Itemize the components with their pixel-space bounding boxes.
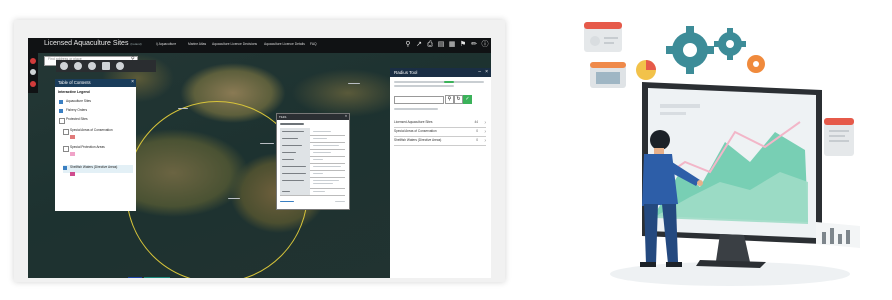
map-toolbar: [56, 60, 156, 72]
legend-swatch: [70, 172, 75, 176]
app-title-text: Licensed Aquaculture Sites: [44, 40, 129, 47]
layer-label: Special Areas of Conservation: [70, 128, 113, 132]
layer-checkbox[interactable]: [63, 166, 67, 170]
table-of-contents-panel: Table of Contents × Interactive Legend A…: [55, 79, 136, 211]
radius-reset-button[interactable]: ↻: [454, 95, 463, 104]
layer-checkbox[interactable]: [63, 146, 69, 152]
layers-icon[interactable]: ▤: [437, 41, 445, 49]
result-label: Licensed Aquaculture Sites: [394, 120, 433, 124]
person-jacket: [642, 154, 678, 206]
result-count: 44: [474, 120, 478, 124]
result-label: Special Areas of Conservation: [394, 129, 437, 133]
bar-chart-icon: [816, 222, 860, 248]
legend-swatch: [70, 152, 75, 156]
nav-aquaculture[interactable]: i) Aquaculture: [156, 42, 176, 46]
app-title: Licensed Aquaculture Sites (Ireland): [44, 40, 142, 47]
bookmark-icon[interactable]: ⚑: [459, 41, 467, 49]
gear-icon[interactable]: [116, 62, 124, 70]
close-icon[interactable]: ×: [345, 114, 347, 118]
layer-checkbox[interactable]: [63, 129, 69, 135]
layer-aquaculture-sites[interactable]: Aquaculture Sites: [59, 99, 129, 107]
pie-chart-icon: [636, 60, 656, 80]
close-icon[interactable]: ×: [485, 69, 488, 75]
info-icon[interactable]: ⓘ: [481, 41, 489, 49]
chevron-right-icon: ›: [484, 138, 486, 144]
gear-small-icon: [714, 28, 746, 60]
close-icon[interactable]: ×: [131, 79, 134, 85]
radius-search-button[interactable]: ⚲: [445, 95, 454, 104]
layer-fishery-orders[interactable]: Fishery Orders: [59, 108, 129, 116]
map-application: Licensed Aquaculture Sites (Ireland) i) …: [28, 38, 491, 278]
gear-orange-icon: [747, 55, 765, 73]
result-label: Shellfish Waters (Directive Areas): [394, 138, 442, 142]
nav-faq[interactable]: FAQ: [310, 42, 317, 46]
layer-protected-sites[interactable]: Protected Sites: [59, 117, 129, 125]
layer-label: Shellfish Waters (Directive Areas): [70, 165, 118, 169]
feature-popup: T12/1 ×: [276, 113, 350, 210]
person-head: [650, 130, 670, 150]
zoom-in-icon[interactable]: [30, 69, 36, 75]
draw-icon[interactable]: [74, 62, 82, 70]
grid-icon[interactable]: [102, 62, 110, 70]
chat-window-icon: [584, 22, 622, 52]
legend-icon[interactable]: ▦: [448, 41, 456, 49]
eu-flag-logo: [128, 277, 142, 278]
locate-icon[interactable]: [30, 81, 36, 87]
radius-tool-header: Radius Tool – ×: [390, 68, 491, 77]
layer-label: Protected Sites: [66, 117, 88, 121]
popup-header: T12/1 ×: [277, 114, 349, 120]
popup-feature-name: T12/1: [279, 114, 287, 119]
left-tool-strip: [28, 53, 38, 93]
layer-shellfish-waters[interactable]: Shellfish Waters (Directive Areas): [63, 165, 133, 176]
measure-icon[interactable]: ✏: [470, 41, 478, 49]
basemap-icon[interactable]: [60, 62, 68, 70]
government-logo: [144, 277, 170, 278]
result-row-sac[interactable]: Special Areas of Conservation 0 ›: [394, 129, 486, 137]
document-window-icon: [824, 118, 854, 156]
radius-go-button[interactable]: ✓: [463, 95, 472, 104]
legend-swatch: [70, 135, 75, 139]
toc-header: Table of Contents ×: [55, 79, 136, 87]
analytics-illustration: [584, 22, 860, 286]
app-subtitle: (Ireland): [130, 42, 142, 46]
search-icon[interactable]: ⚲: [404, 41, 412, 49]
layer-checkbox[interactable]: [59, 100, 63, 104]
result-count: 0: [476, 129, 478, 133]
layer-checkbox[interactable]: [59, 118, 65, 124]
radius-distance-input[interactable]: [394, 96, 444, 104]
layer-label: Special Protection Areas: [70, 145, 105, 149]
result-row-shellfish[interactable]: Shellfish Waters (Directive Areas) 0 ›: [394, 138, 486, 146]
layer-spa[interactable]: Special Protection Areas: [63, 145, 133, 156]
app-header: Licensed Aquaculture Sites (Ireland) i) …: [28, 38, 491, 53]
gear-icon: [666, 26, 714, 74]
chevron-right-icon: ›: [484, 120, 486, 126]
measure-tool-icon[interactable]: [88, 62, 96, 70]
layer-checkbox[interactable]: [59, 109, 63, 113]
collapse-icon[interactable]: –: [478, 69, 481, 75]
radius-tool-panel: Radius Tool – × ⚲ ↻ ✓ Licensed Aquacultu…: [390, 68, 491, 278]
result-row-aquaculture[interactable]: Licensed Aquaculture Sites 44 ›: [394, 120, 486, 128]
print-icon[interactable]: ⎙: [426, 41, 434, 49]
share-icon[interactable]: ↗: [415, 41, 423, 49]
layer-sac[interactable]: Special Areas of Conservation: [63, 128, 133, 139]
funding-logos: [128, 277, 172, 278]
home-icon[interactable]: [30, 58, 36, 64]
legend-heading: Interactive Legend: [58, 90, 90, 94]
image-window-icon: [590, 62, 626, 88]
layer-label: Aquaculture Sites: [66, 99, 91, 103]
toc-title: Table of Contents: [58, 80, 91, 85]
radius-tool-title: Radius Tool: [394, 69, 418, 75]
nav-licence-decisions[interactable]: Aquaculture Licence Decisions: [212, 42, 257, 46]
person-leg-left: [644, 204, 658, 264]
nav-licence-details[interactable]: Aquaculture Licence Details: [264, 42, 305, 46]
result-count: 0: [476, 138, 478, 142]
layer-label: Fishery Orders: [66, 108, 88, 112]
chevron-right-icon: ›: [484, 129, 486, 135]
nav-marine-atlas[interactable]: Marine Atlas: [188, 42, 206, 46]
